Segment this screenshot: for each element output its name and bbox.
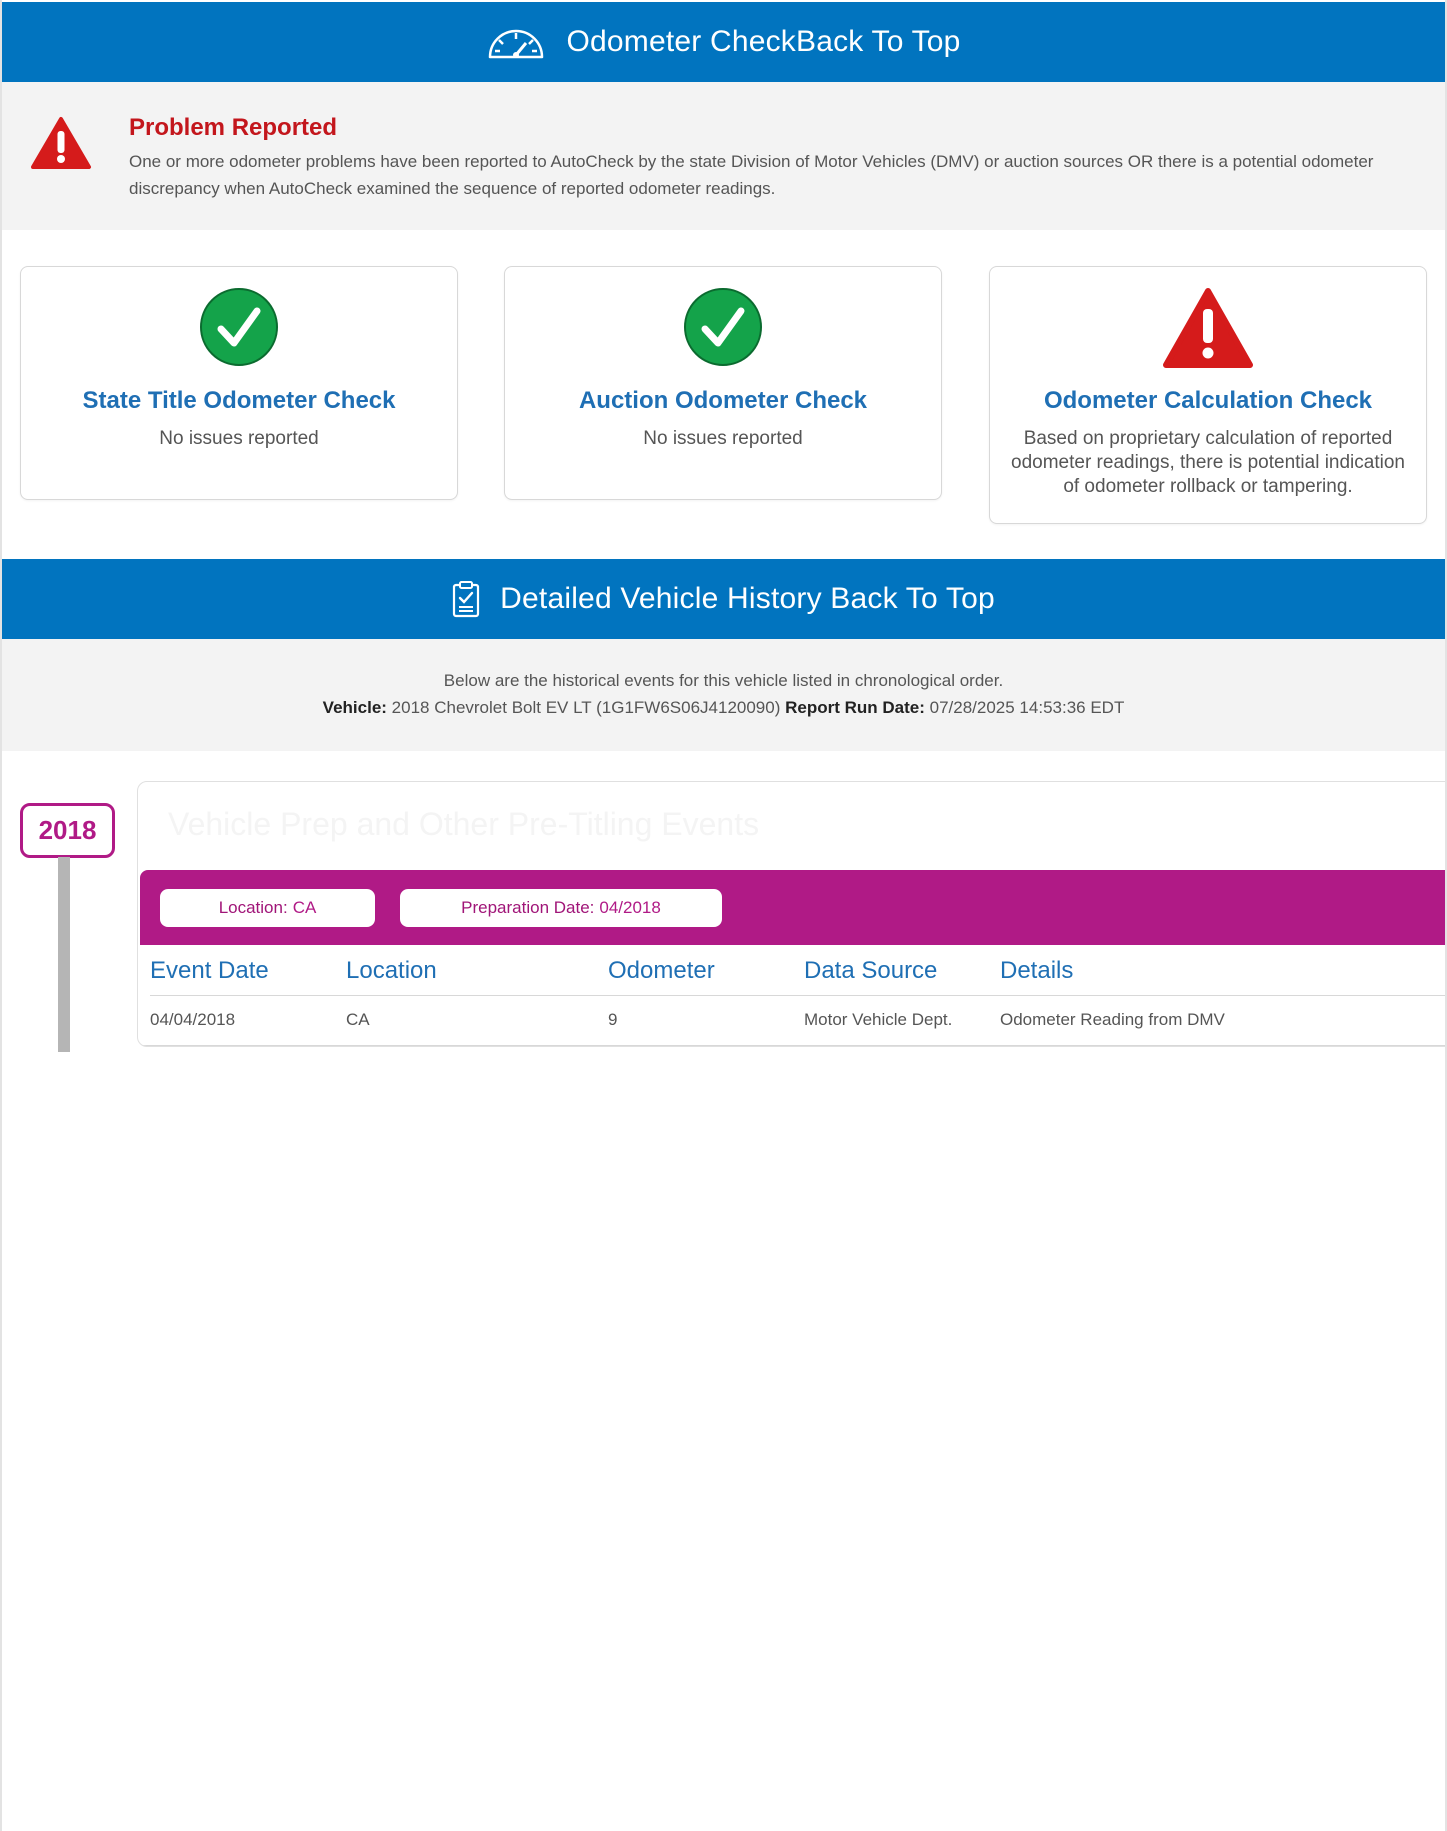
vehicle-history-header: Detailed Vehicle History Back To Top (2, 559, 1445, 639)
check-circle-icon (21, 287, 457, 367)
divider (140, 1045, 1447, 1046)
card-status-text: Based on proprietary calculation of repo… (1011, 428, 1405, 497)
warning-triangle-icon (30, 116, 92, 175)
cell-details: Odometer Reading from DMV (1000, 1010, 1225, 1029)
card-title: State Title Odometer Check (82, 387, 396, 414)
vehicle-label: Vehicle: (322, 698, 387, 717)
column-header-odometer: Odometer (608, 957, 715, 984)
warning-triangle-icon (990, 287, 1426, 369)
table-row: 04/04/2018 CA 9 Motor Vehicle Dept. Odom… (150, 996, 1447, 1046)
location-pill-label: Location: (218, 898, 288, 917)
history-intro: Below are the historical events for this… (2, 639, 1445, 751)
vehicle-value: 2018 Chevrolet Bolt EV LT (1G1FW6S06J412… (391, 698, 781, 717)
cell-location: CA (346, 1010, 370, 1029)
cell-odometer: 9 (608, 1010, 618, 1029)
location-pill-value: CA (292, 898, 317, 917)
pre-titling-event-card: Vehicle Prep and Other Pre-Titling Event… (137, 781, 1447, 1047)
vehicle-summary-line: Vehicle: 2018 Chevrolet Bolt EV LT (1G1F… (2, 698, 1445, 718)
report-run-date-label: Report Run Date: (785, 698, 925, 717)
column-header-details: Details (1000, 957, 1074, 984)
column-header-data-source: Data Source (804, 957, 938, 984)
history-intro-text: Below are the historical events for this… (443, 671, 1004, 690)
card-status-text: No issues reported (159, 428, 319, 449)
event-table: Event Date Location Odometer Data Source… (150, 945, 1447, 1046)
preparation-date-pill: Preparation Date: 04/2018 (400, 889, 722, 927)
odometer-calculation-card: Odometer Calculation Check Based on prop… (989, 266, 1427, 524)
timeline-year-badge: 2018 (20, 803, 115, 858)
problem-reported-banner: Problem Reported One or more odometer pr… (2, 82, 1445, 230)
card-title: Auction Odometer Check (578, 387, 868, 414)
event-summary-band: Location: CA Preparation Date: 04/2018 (140, 870, 1447, 945)
check-circle-icon (505, 287, 941, 367)
preparation-date-label: Preparation Date: (461, 898, 595, 917)
problem-description: One or more odometer problems have been … (129, 152, 1374, 198)
location-pill: Location: CA (160, 889, 375, 927)
card-title: Odometer Calculation Check (1043, 387, 1373, 414)
odometer-check-header: Odometer CheckBack To Top (2, 2, 1445, 82)
problem-title: Problem Reported (129, 114, 338, 141)
auction-odometer-card: Auction Odometer Check No issues reporte… (504, 266, 942, 500)
column-header-location: Location (346, 957, 437, 984)
clipboard-check-icon (452, 580, 480, 618)
table-header-row: Event Date Location Odometer Data Source… (150, 945, 1447, 996)
column-header-event-date: Event Date (150, 957, 269, 984)
state-title-odometer-card: State Title Odometer Check No issues rep… (20, 266, 458, 500)
cell-data-source: Motor Vehicle Dept. (804, 1010, 953, 1029)
event-card-title: Vehicle Prep and Other Pre-Titling Event… (168, 806, 760, 842)
report-page: Odometer CheckBack To Top Problem Report… (0, 0, 1447, 1831)
odometer-check-title[interactable]: Odometer CheckBack To Top (566, 25, 960, 59)
report-run-date-value: 07/28/2025 14:53:36 EDT (929, 698, 1125, 717)
preparation-date-value: 04/2018 (599, 898, 661, 917)
cell-event-date: 04/04/2018 (150, 1010, 236, 1029)
card-status-text: No issues reported (643, 428, 803, 449)
speedometer-icon (486, 25, 546, 59)
vehicle-history-title[interactable]: Detailed Vehicle History Back To Top (500, 582, 995, 616)
timeline-line (58, 857, 70, 1052)
